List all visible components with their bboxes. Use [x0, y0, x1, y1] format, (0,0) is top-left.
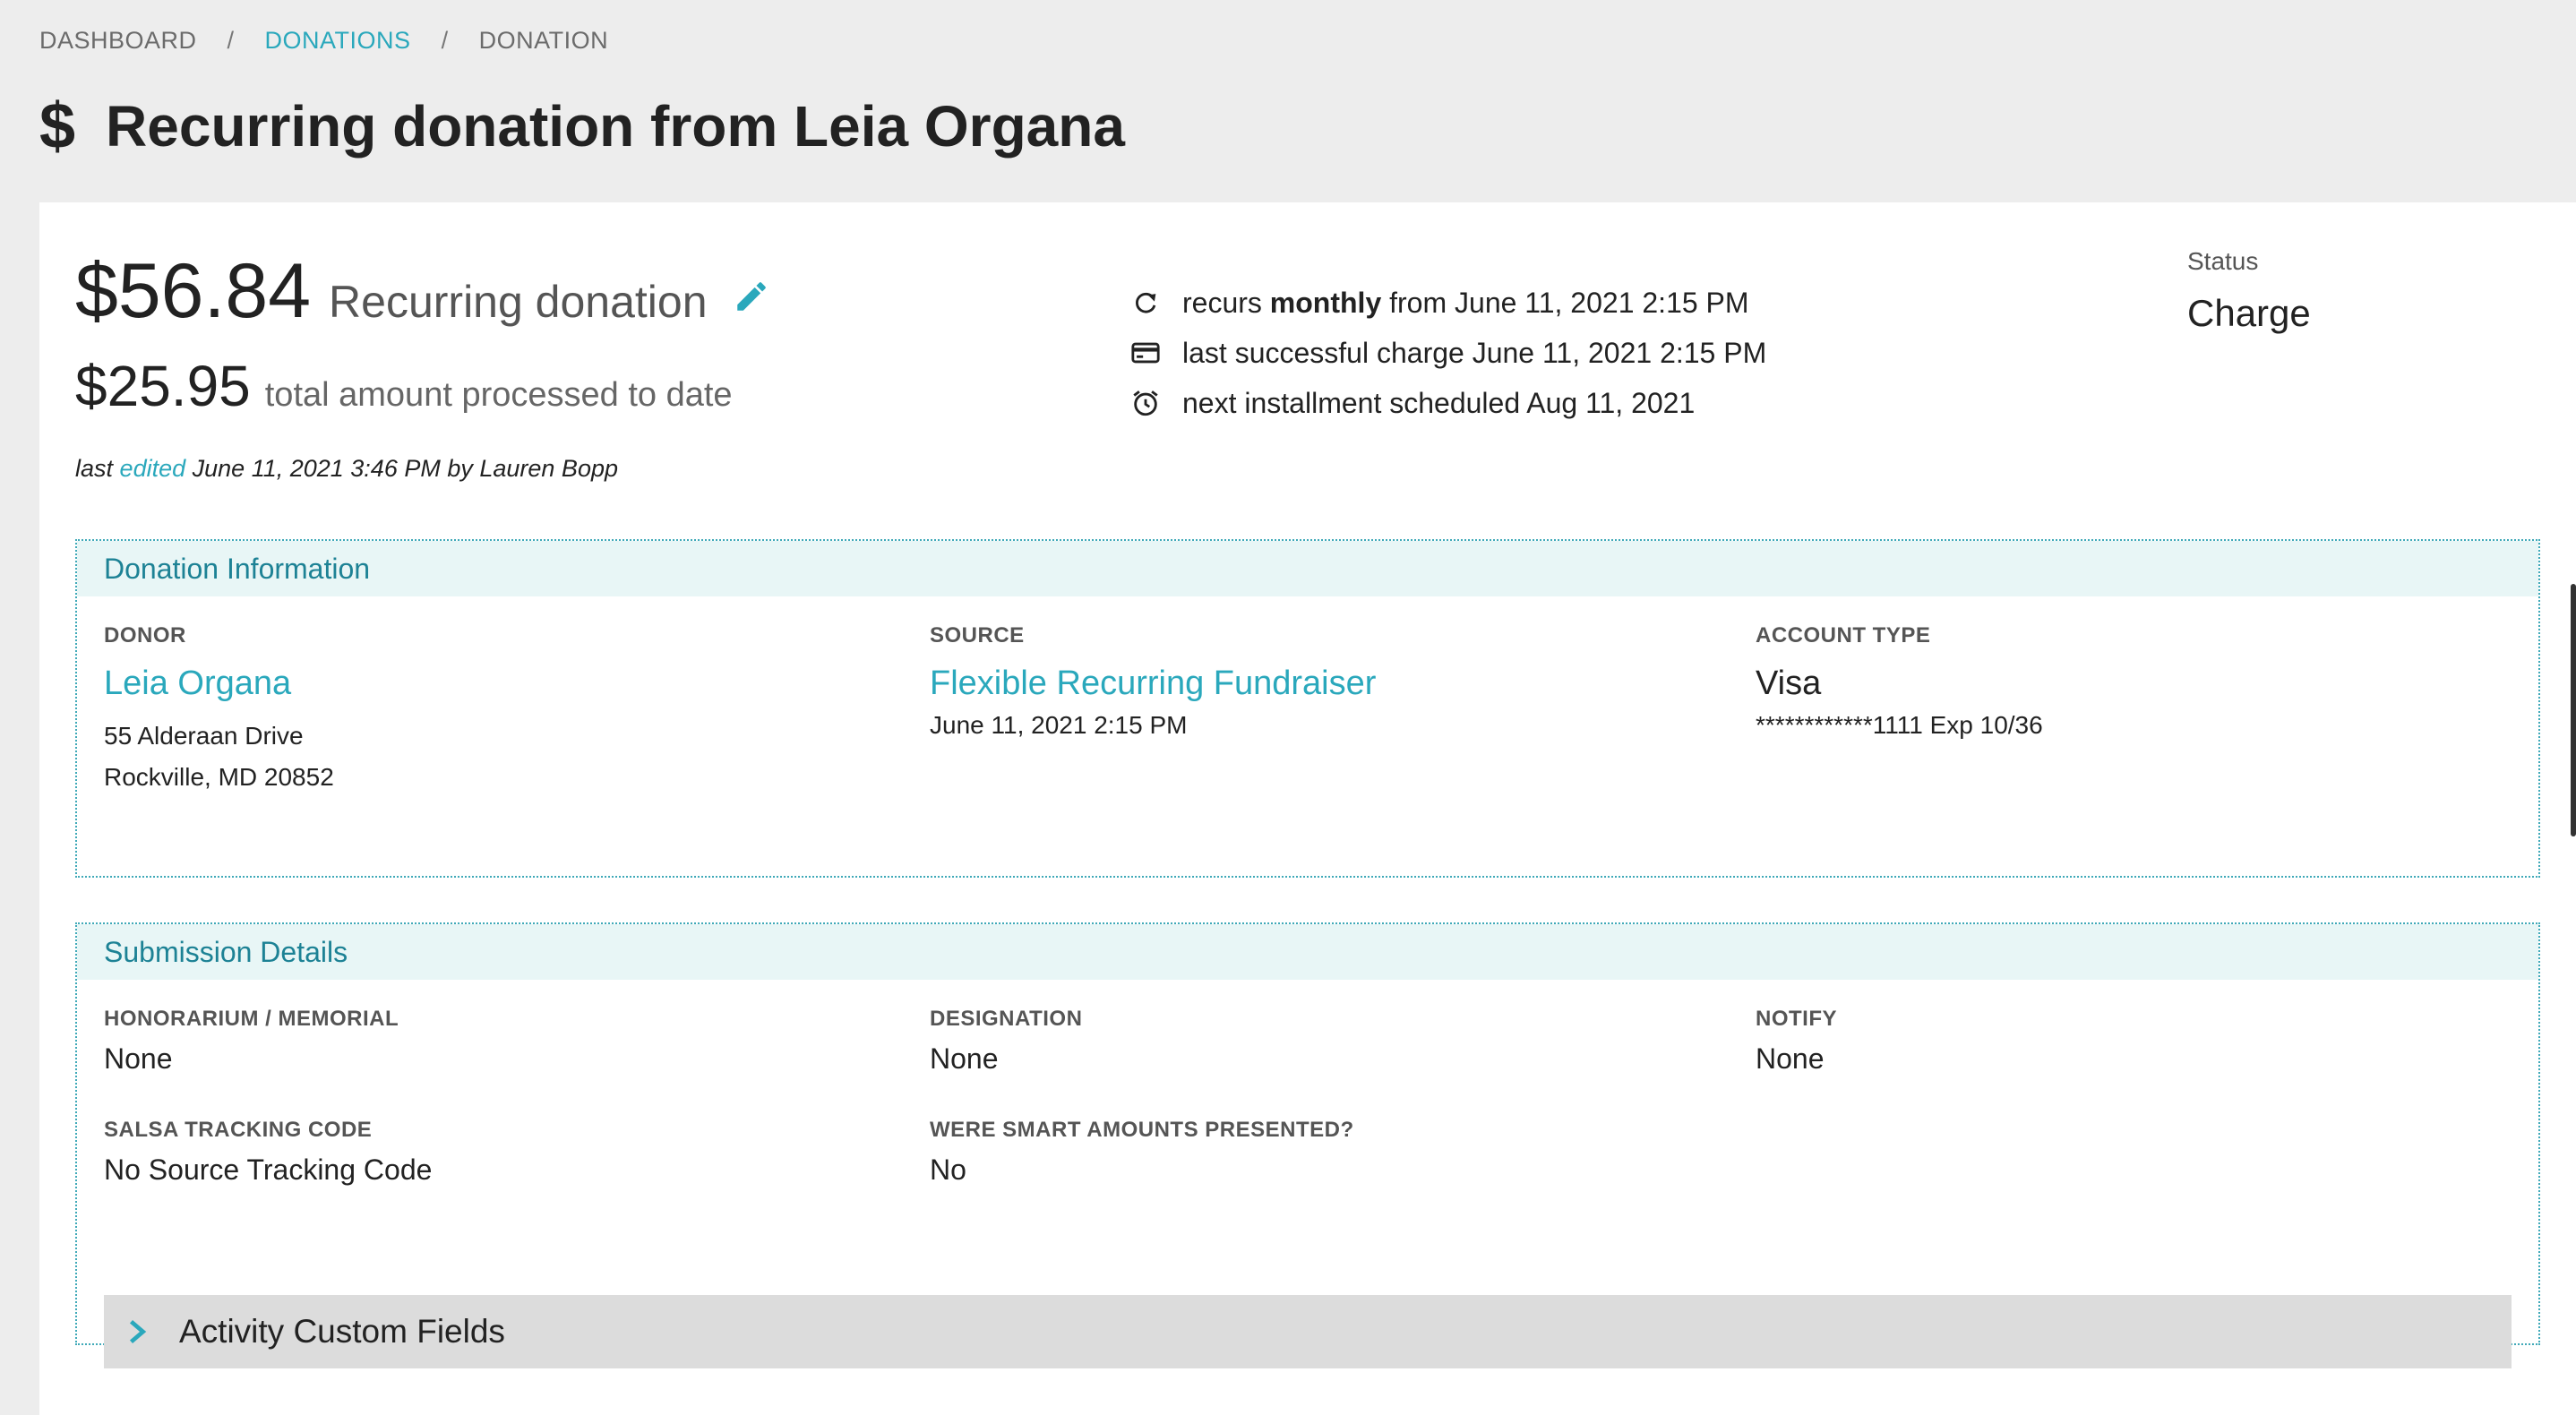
tracking-code-label: SALSA TRACKING CODE	[104, 1118, 373, 1142]
honorarium-value: None	[104, 1042, 173, 1075]
account-type-value: Visa	[1756, 665, 1822, 702]
edited-link[interactable]: edited	[120, 455, 186, 482]
chevron-right-icon	[129, 1319, 147, 1344]
status-block: Status Charge	[2187, 247, 2311, 335]
donor-address-line1: 55 Alderaan Drive	[104, 722, 304, 750]
designation-label: DESIGNATION	[930, 1007, 1083, 1031]
refresh-icon	[1136, 292, 1156, 313]
scrollbar-handle[interactable]	[2571, 584, 2576, 836]
processed-label: total amount processed to date	[264, 376, 733, 414]
designation-field: DESIGNATION None	[930, 1007, 1082, 1076]
last-charge-text: last successful charge June 11, 2021 2:1…	[1182, 336, 1767, 369]
breadcrumb: DASHBOARD / DONATIONS / DONATION	[39, 27, 608, 55]
donation-card: $56.84 Recurring donation $25.95 total a…	[39, 202, 2576, 1415]
dollar-icon: $	[39, 90, 76, 162]
activity-custom-fields-toggle[interactable]: Activity Custom Fields	[104, 1295, 2512, 1368]
submission-details-section: Submission Details HONORARIUM / MEMORIAL…	[75, 922, 2540, 1368]
recurs-prefix: recurs	[1182, 286, 1262, 319]
notify-label: NOTIFY	[1756, 1007, 1837, 1031]
smart-amounts-field: WERE SMART AMOUNTS PRESENTED? No	[930, 1118, 1354, 1187]
source-date: June 11, 2021 2:15 PM	[930, 711, 1188, 739]
tracking-code-value: No Source Tracking Code	[104, 1153, 433, 1186]
processed-row: $25.95 total amount processed to date	[75, 353, 733, 419]
donor-field: DONOR Leia Organa 55 Alderaan Drive Rock…	[104, 623, 334, 798]
next-installment-text: next installment scheduled Aug 11, 2021	[1182, 386, 1696, 419]
page-title: Recurring donation from Leia Organa	[106, 94, 1125, 159]
smart-amounts-value: No	[930, 1153, 966, 1186]
recurs-frequency: monthly	[1269, 286, 1382, 319]
last-charge-item: last successful charge June 11, 2021 2:1…	[1130, 328, 1766, 378]
submission-details-header: Submission Details	[77, 924, 2538, 980]
recurrence-list: recurs monthly from June 11, 2021 2:15 P…	[1130, 278, 1766, 428]
breadcrumb-donation-current: DONATION	[478, 27, 609, 54]
account-number: ************1111 Exp 10/36	[1756, 711, 2043, 739]
status-value: Charge	[2187, 292, 2311, 334]
smart-amounts-label: WERE SMART AMOUNTS PRESENTED?	[930, 1118, 1354, 1142]
donation-information-header: Donation Information	[77, 541, 2538, 596]
donor-label: DONOR	[104, 623, 186, 647]
last-edited-prefix: last	[75, 455, 114, 482]
designation-value: None	[930, 1042, 999, 1075]
breadcrumb-separator: /	[441, 27, 449, 54]
page-header: $ Recurring donation from Leia Organa	[39, 93, 1125, 159]
recurs-item: recurs monthly from June 11, 2021 2:15 P…	[1130, 278, 1766, 328]
next-installment-item: next installment scheduled Aug 11, 2021	[1130, 378, 1766, 428]
breadcrumb-separator: /	[227, 27, 235, 54]
activity-custom-fields-label: Activity Custom Fields	[179, 1313, 505, 1350]
recurs-suffix: from June 11, 2021 2:15 PM	[1389, 286, 1749, 319]
donation-amount: $56.84	[75, 248, 312, 334]
last-edited-suffix: June 11, 2021 3:46 PM by Lauren Bopp	[192, 455, 618, 482]
source-label: SOURCE	[930, 623, 1025, 647]
notify-value: None	[1756, 1042, 1825, 1075]
alarm-clock-icon	[1133, 390, 1158, 416]
source-field: SOURCE Flexible Recurring Fundraiser Jun…	[930, 623, 1376, 746]
donation-information-section: Donation Information DONOR Leia Organa 5…	[75, 539, 2540, 878]
amount-row: $56.84 Recurring donation	[75, 247, 770, 336]
credit-card-icon	[1131, 342, 1160, 364]
status-label: Status	[2187, 247, 2259, 275]
pencil-icon[interactable]	[733, 278, 770, 315]
processed-amount: $25.95	[75, 354, 251, 418]
notify-field: NOTIFY None	[1756, 1007, 1837, 1076]
last-edited: last edited June 11, 2021 3:46 PM by Lau…	[75, 455, 618, 483]
honorarium-field: HONORARIUM / MEMORIAL None	[104, 1007, 399, 1076]
tracking-code-field: SALSA TRACKING CODE No Source Tracking C…	[104, 1118, 432, 1187]
donor-address-line2: Rockville, MD 20852	[104, 763, 334, 791]
breadcrumb-donations-link[interactable]: DONATIONS	[265, 27, 411, 55]
account-type-label: ACCOUNT TYPE	[1756, 623, 1931, 647]
donation-type: Recurring donation	[329, 277, 708, 327]
honorarium-label: HONORARIUM / MEMORIAL	[104, 1007, 399, 1031]
account-type-field: ACCOUNT TYPE Visa ************1111 Exp 1…	[1756, 623, 2043, 746]
source-name-link[interactable]: Flexible Recurring Fundraiser	[930, 665, 1376, 703]
breadcrumb-dashboard[interactable]: DASHBOARD	[39, 27, 197, 55]
donor-name-link[interactable]: Leia Organa	[104, 665, 334, 703]
